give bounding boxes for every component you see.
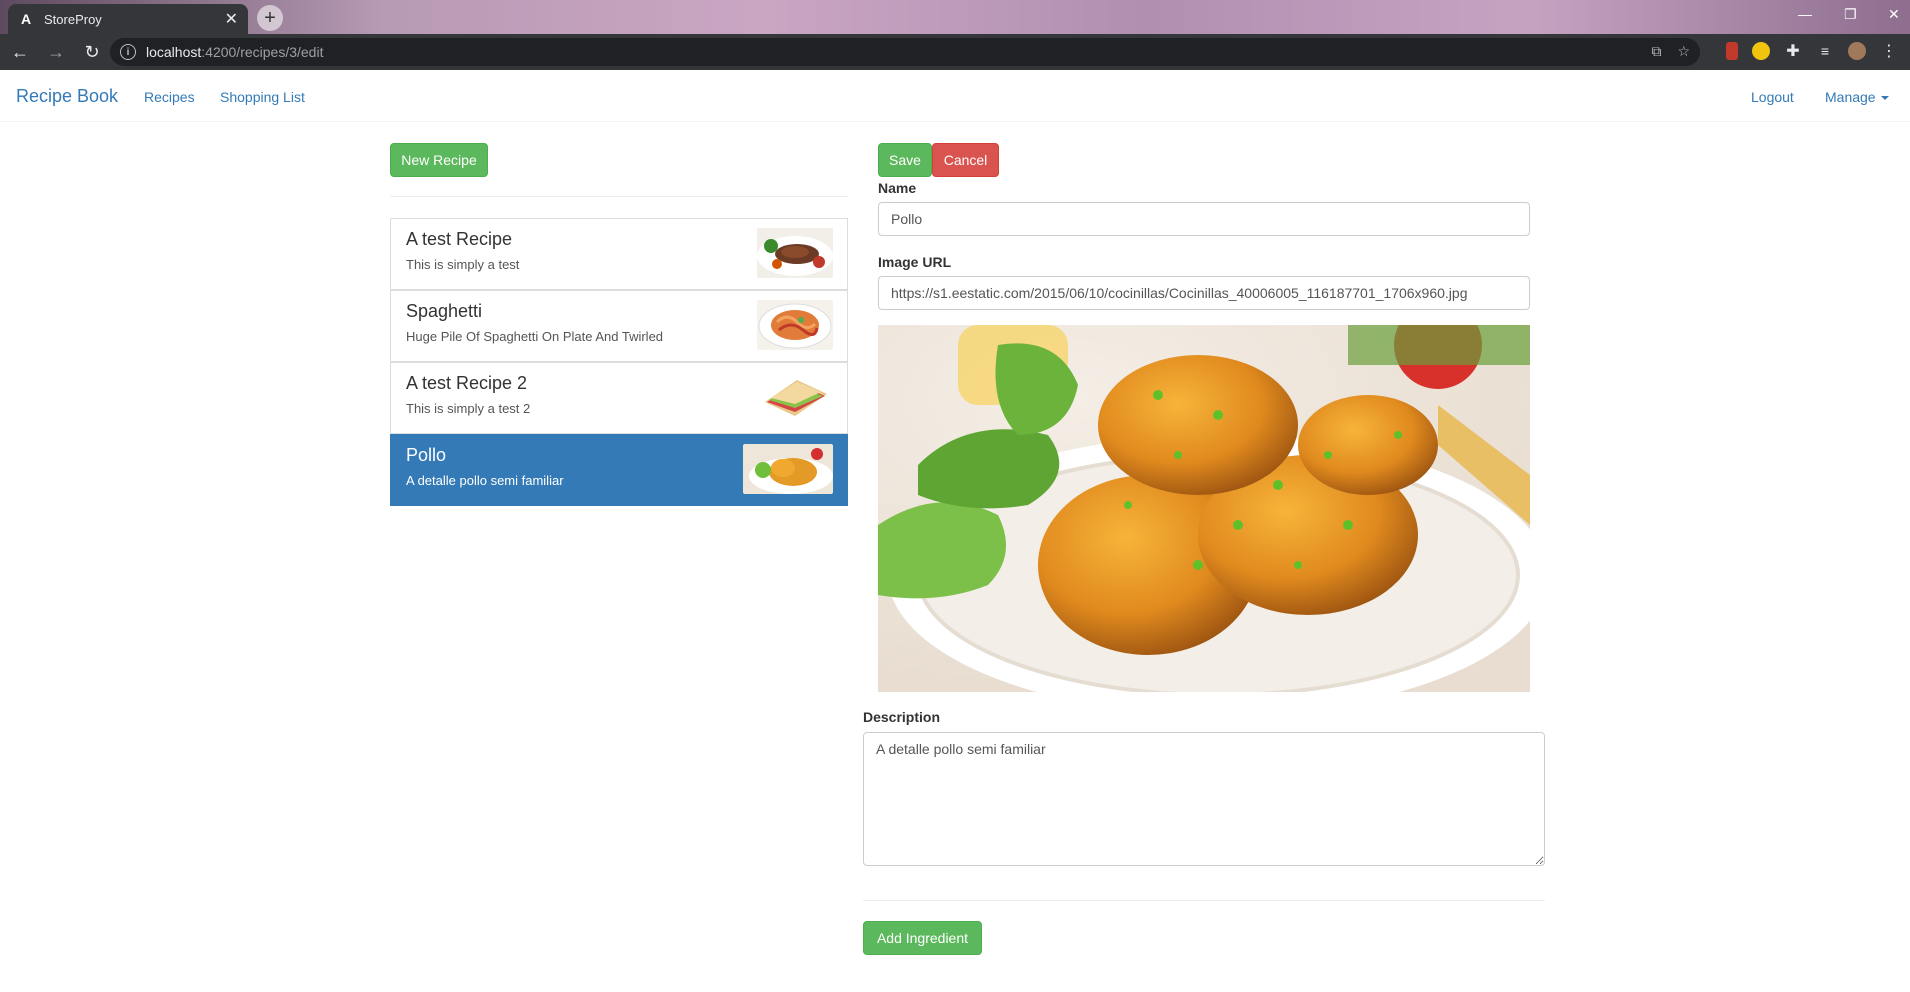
recipe-item-title: A test Recipe 2 (406, 373, 528, 393)
name-label: Name (878, 180, 917, 196)
tab-close-icon[interactable]: ✕ (225, 9, 238, 29)
add-ingredient-button[interactable]: Add Ingredient (863, 921, 982, 955)
cancel-button[interactable]: Cancel (932, 143, 999, 177)
profile-avatar[interactable] (1848, 42, 1866, 60)
app-navbar: Recipe Book Recipes Shopping List Logout… (0, 72, 1910, 122)
back-arrow-icon[interactable]: ← (4, 36, 36, 68)
recipe-item-a-test-recipe-2[interactable]: A test Recipe 2 This is simply a test 2 (390, 362, 848, 434)
save-button[interactable]: Save (878, 143, 932, 177)
new-tab-plus-icon[interactable]: + (257, 5, 283, 31)
address-bar[interactable]: i localhost:4200/recipes/3/edit ⧉ ☆ (110, 38, 1700, 66)
bookmark-star-icon[interactable]: ☆ (1677, 43, 1690, 60)
manage-label: Manage (1825, 89, 1876, 105)
reading-list-icon[interactable]: ≡ (1816, 42, 1834, 60)
recipe-item-title: Spaghetti (406, 301, 483, 321)
reload-icon[interactable]: ↻ (76, 36, 108, 68)
url-host: localhost (146, 44, 202, 60)
extension-yellow-icon[interactable] (1752, 42, 1770, 60)
description-label: Description (863, 709, 941, 725)
extensions-area: ✚ ≡ ⋮ (1726, 42, 1898, 60)
site-info-icon[interactable]: i (120, 44, 136, 60)
recipe-thumbnail (757, 372, 833, 422)
recipe-item-description: This is simply a test 2 (406, 401, 531, 416)
recipe-image-preview (878, 325, 1530, 692)
recipe-item-spaghetti[interactable]: Spaghetti Huge Pile Of Spaghetti On Plat… (390, 290, 848, 362)
recipe-thumbnail (757, 228, 833, 278)
extensions-puzzle-icon[interactable]: ✚ (1784, 42, 1802, 60)
window-close-icon[interactable]: ✕ (1888, 6, 1900, 23)
name-input[interactable] (878, 202, 1530, 236)
browser-tab-strip: A StoreProy ✕ + — ❐ ✕ (0, 0, 1910, 34)
caret-down-icon (1880, 96, 1889, 101)
recipe-thumbnail (743, 444, 833, 494)
image-url-label: Image URL (878, 254, 952, 270)
image-url-input[interactable] (878, 276, 1530, 310)
recipe-item-pollo[interactable]: Pollo A detalle pollo semi familiar (390, 434, 848, 506)
forward-arrow-icon[interactable]: → (40, 36, 72, 68)
angular-favicon-icon: A (20, 11, 32, 27)
recipe-item-description: This is simply a test (406, 257, 520, 272)
tab-title: StoreProy (44, 11, 102, 27)
nav-link-shopping-list[interactable]: Shopping List (220, 89, 305, 105)
list-divider (390, 196, 848, 197)
extension-red-icon[interactable] (1726, 42, 1738, 60)
recipe-item-description: A detalle pollo semi familiar (406, 473, 564, 488)
restore-icon[interactable]: ❐ (1844, 6, 1857, 23)
new-recipe-button[interactable]: New Recipe (390, 143, 488, 177)
recipe-item-a-test-recipe[interactable]: A test Recipe This is simply a test (390, 218, 848, 290)
recipe-item-title: Pollo (406, 445, 447, 465)
form-divider (863, 900, 1545, 901)
recipe-item-description: Huge Pile Of Spaghetti On Plate And Twir… (406, 329, 664, 344)
recipe-item-title: A test Recipe (406, 229, 513, 249)
recipe-thumbnail (757, 300, 833, 350)
translate-icon[interactable]: ⧉ (1651, 43, 1661, 60)
minimize-icon[interactable]: — (1798, 6, 1812, 22)
description-textarea[interactable]: A detalle pollo semi familiar (863, 732, 1545, 866)
browser-toolbar: ← → ↻ i localhost:4200/recipes/3/edit ⧉ … (0, 34, 1910, 70)
url-path: :4200/recipes/3/edit (201, 44, 324, 60)
browser-menu-icon[interactable]: ⋮ (1880, 42, 1898, 60)
manage-dropdown[interactable]: Manage (1825, 89, 1889, 105)
logout-link[interactable]: Logout (1751, 89, 1794, 105)
browser-tab[interactable]: A StoreProy ✕ (8, 4, 248, 34)
nav-link-recipes[interactable]: Recipes (144, 89, 195, 105)
brand-link[interactable]: Recipe Book (16, 86, 118, 107)
